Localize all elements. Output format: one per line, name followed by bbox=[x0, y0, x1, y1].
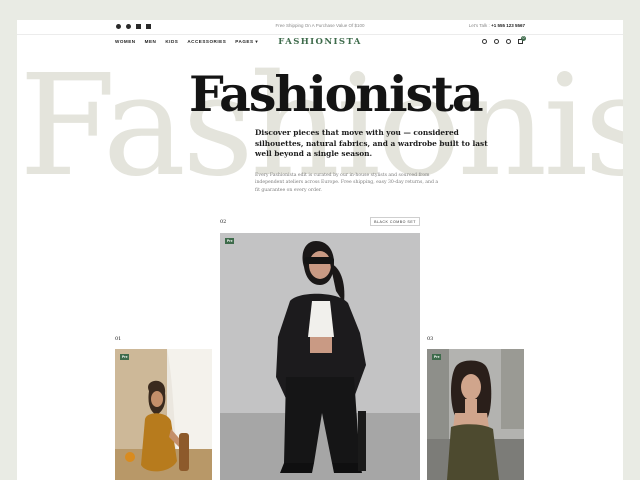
pre-badge: Pre bbox=[225, 238, 235, 244]
hero-description: Every Fashionista edit is curated by our… bbox=[255, 173, 439, 193]
user-icon[interactable] bbox=[494, 39, 499, 44]
heart-icon[interactable] bbox=[506, 39, 511, 44]
woman-street-illustration bbox=[427, 349, 524, 480]
top-bar: Free Shipping On A Purchase Value Of $10… bbox=[17, 20, 623, 35]
product-number: 02 bbox=[220, 219, 227, 225]
hero-tagline: Discover pieces that move with you — con… bbox=[255, 128, 488, 159]
frame-notch bbox=[0, 322, 17, 480]
pre-badge: Pre bbox=[120, 354, 130, 360]
woman-sitting-illustration bbox=[115, 349, 212, 480]
page-canvas: Free Shipping On A Purchase Value Of $10… bbox=[17, 20, 623, 480]
woman-black-suit-illustration bbox=[220, 233, 420, 480]
cart-count-badge: 0 bbox=[521, 36, 526, 41]
product-number: 03 bbox=[427, 336, 434, 342]
product-image[interactable]: Pre bbox=[427, 349, 524, 480]
nav-icons: 0 bbox=[482, 36, 526, 44]
phone-number[interactable]: +1 555 123 5567 bbox=[491, 23, 525, 28]
hero-title: Fashionista bbox=[189, 65, 484, 123]
product-image[interactable]: Pre bbox=[115, 349, 212, 480]
shipping-notice: Free Shipping On A Purchase Value Of $10… bbox=[275, 23, 365, 28]
product-number: 01 bbox=[115, 336, 122, 342]
product-tag[interactable]: BLACK COMBO SET bbox=[370, 217, 420, 226]
contact-phone[interactable]: Let's Talk : +1 555 123 5567 bbox=[469, 23, 525, 28]
product-image[interactable]: Pre bbox=[220, 233, 420, 480]
cart-icon[interactable]: 0 bbox=[518, 36, 526, 44]
talk-label: Let's Talk : bbox=[468, 23, 490, 28]
search-icon[interactable] bbox=[482, 39, 487, 44]
pre-badge: Pre bbox=[432, 354, 442, 360]
